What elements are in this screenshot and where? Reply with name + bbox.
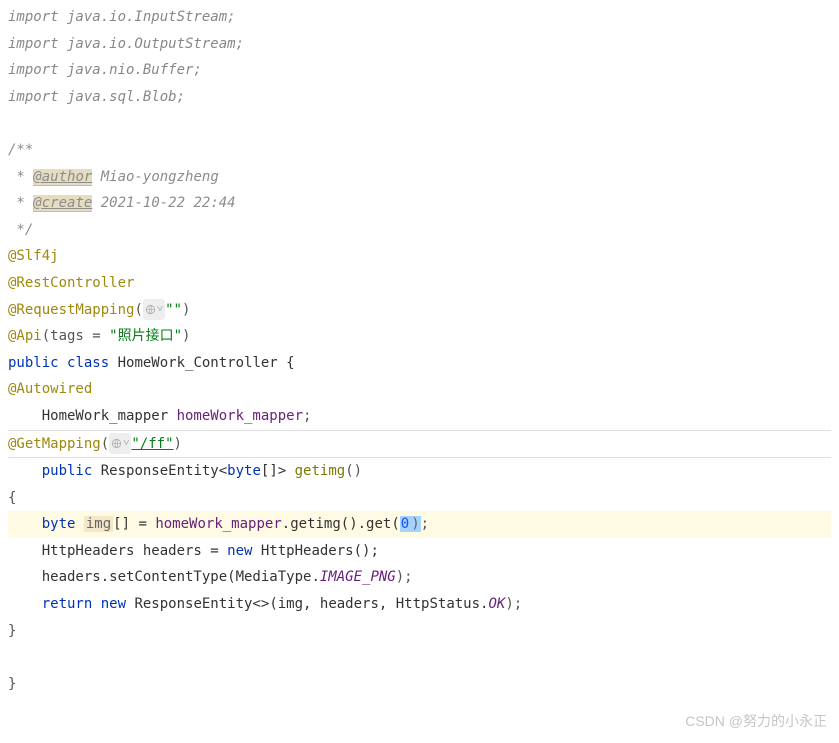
field-declaration: HomeWork_mapper homeWork_mapper;: [8, 403, 831, 430]
annotation-slf4j: @Slf4j: [8, 243, 831, 270]
annotation-autowired: @Autowired: [8, 376, 831, 403]
code-line: HttpHeaders headers = new HttpHeaders();: [8, 538, 831, 565]
code-line: headers.setContentType(MediaType.IMAGE_P…: [8, 564, 831, 591]
annotation-restcontroller: @RestController: [8, 270, 831, 297]
blank-line: [8, 644, 831, 671]
class-close-brace: }: [8, 671, 831, 698]
comment-open: /**: [8, 137, 831, 164]
import-line: import java.io.InputStream;: [8, 4, 831, 31]
comment-author: * @author Miao-yongzheng: [8, 164, 831, 191]
comment-create: * @create 2021-10-22 22:44: [8, 190, 831, 217]
annotation-getmapping: @GetMapping(˅"/ff"): [8, 430, 831, 459]
watermark: CSDN @努力的小永正: [685, 708, 827, 735]
open-brace: {: [8, 485, 831, 512]
annotation-api: @Api(tags = "照片接口"): [8, 323, 831, 350]
close-brace: }: [8, 618, 831, 645]
highlighted-code-line: byte img[] = homeWork_mapper.getimg().ge…: [8, 511, 831, 538]
import-line: import java.io.OutputStream;: [8, 31, 831, 58]
comment-close: */: [8, 217, 831, 244]
return-line: return new ResponseEntity<>(img, headers…: [8, 591, 831, 618]
class-declaration: public class HomeWork_Controller {: [8, 350, 831, 377]
annotation-requestmapping: @RequestMapping(˅""): [8, 297, 831, 324]
import-line: import java.nio.Buffer;: [8, 57, 831, 84]
blank-line: [8, 110, 831, 137]
import-line: import java.sql.Blob;: [8, 84, 831, 111]
method-signature: public ResponseEntity<byte[]> getimg(): [8, 458, 831, 485]
globe-icon[interactable]: ˅: [109, 433, 131, 454]
code-editor[interactable]: import java.io.InputStream; import java.…: [8, 4, 831, 697]
globe-icon[interactable]: ˅: [143, 299, 165, 320]
